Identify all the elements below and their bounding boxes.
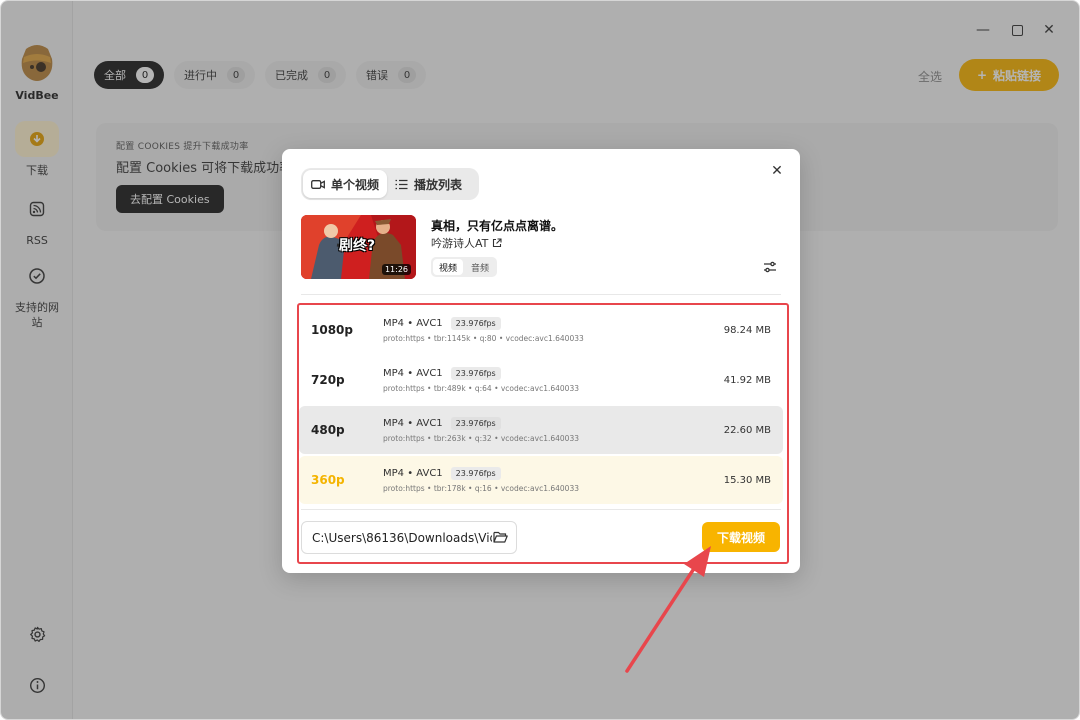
video-camera-icon: [311, 179, 325, 189]
video-thumbnail: 剧终? 11:26: [301, 215, 416, 279]
close-dialog-button[interactable]: ✕: [768, 162, 786, 180]
divider: [301, 294, 781, 295]
video-author[interactable]: 吟游诗人AT: [431, 235, 502, 251]
filter-settings-icon[interactable]: [762, 259, 778, 275]
video-duration: 11:26: [381, 264, 411, 275]
tab-single-video[interactable]: 单个视频: [303, 170, 388, 198]
close-icon: ✕: [771, 163, 783, 179]
app-window: VidBee 下载 RSS 支持的网站 — ✕ 全部 0 进行中 0 已完成 0…: [0, 0, 1080, 720]
mode-switch: 单个视频 播放列表: [301, 168, 479, 200]
annotation-highlight-box: [297, 303, 789, 564]
tab-playlist[interactable]: 播放列表: [387, 170, 470, 198]
external-link-icon: [493, 238, 502, 248]
list-icon: [395, 179, 408, 189]
thumbnail-caption: 剧终?: [339, 238, 376, 254]
tab-label: 单个视频: [331, 177, 380, 192]
video-title: 真相，只有亿点点离谱。: [431, 219, 564, 233]
tab-audio[interactable]: 音频: [465, 259, 495, 275]
media-type-switch: 视频 音频: [431, 257, 498, 277]
tab-label: 播放列表: [414, 177, 463, 192]
author-name: 吟游诗人AT: [431, 237, 489, 250]
tab-video[interactable]: 视频: [433, 259, 464, 275]
